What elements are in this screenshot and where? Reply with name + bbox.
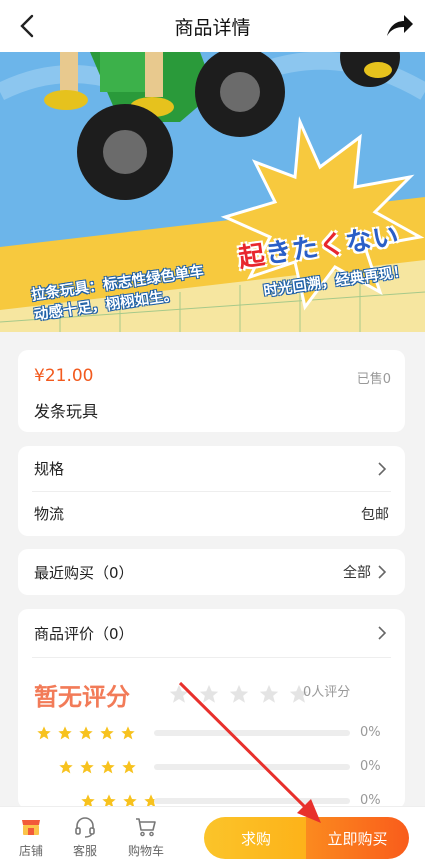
star-filled-icon <box>101 760 115 774</box>
jp-char: た <box>290 232 322 267</box>
rating-bar <box>154 798 350 804</box>
shipping-label: 物流 <box>34 505 65 523</box>
top-navbar: 商品详情 <box>0 0 425 52</box>
recent-purchases-label: 最近购买（0） <box>34 563 134 582</box>
star-empty-icon <box>259 684 279 703</box>
product-name: 发条玩具 <box>34 402 99 421</box>
view-all-link[interactable]: 全部 <box>343 562 371 582</box>
chevron-right-icon <box>378 565 387 579</box>
page-title: 商品详情 <box>174 16 251 39</box>
jp-char: 起 <box>236 240 268 274</box>
price-card: ¥21.00 已售0 发条玩具 <box>18 350 405 432</box>
chevron-right-icon <box>378 626 387 640</box>
reviews-card: 商品评价（0） 暂无评分 0人评分 0% 0% 0% <box>18 609 405 809</box>
spec-row[interactable]: 规格 <box>18 446 405 491</box>
share-arrow-icon[interactable] <box>385 12 415 40</box>
sold-count: 已售0 <box>356 372 391 387</box>
reviews-header-row[interactable]: 商品评价（0） <box>18 609 405 657</box>
chevron-left-icon[interactable] <box>14 12 42 40</box>
shopping-cart-icon <box>136 818 156 837</box>
shipping-row: 物流 包邮 <box>18 491 405 536</box>
star-filled-icon <box>100 726 114 740</box>
jp-char: く <box>317 228 349 263</box>
jp-char: い <box>370 221 402 255</box>
shop-label: 店铺 <box>18 844 43 858</box>
shipping-value: 包邮 <box>361 506 389 523</box>
reviews-title: 商品评价（0） <box>34 624 134 643</box>
service-label: 客服 <box>72 844 97 858</box>
jp-char: き <box>263 236 295 270</box>
rating-bar <box>154 764 350 770</box>
headset-icon <box>75 817 95 838</box>
rating-percent: 0% <box>360 725 381 740</box>
star-filled-icon <box>37 726 51 740</box>
product-image-carousel[interactable]: 起きたくない 拉条玩具：标志性绿色单车 动感十足，栩栩如生。 时光回溯，经典再现… <box>0 52 425 332</box>
star-filled-icon <box>58 726 72 740</box>
star-filled-icon <box>59 760 73 774</box>
rating-bar <box>154 730 350 736</box>
service-tab[interactable]: 客服 <box>60 815 110 859</box>
spec-card: 规格 物流 包邮 <box>18 446 405 536</box>
jp-char: な <box>343 225 375 259</box>
star-filled-icon <box>79 726 93 740</box>
star-filled-icon <box>80 760 94 774</box>
spec-label: 规格 <box>34 460 65 478</box>
recent-purchases-row[interactable]: 最近购买（0） 全部 <box>18 549 405 595</box>
shop-icon <box>22 820 40 835</box>
bottom-action-bar: 店铺 客服 购物车 求购 立即购买 <box>0 806 425 866</box>
star-empty-icon <box>199 684 219 703</box>
recent-purchases-card[interactable]: 最近购买（0） 全部 <box>18 549 405 595</box>
star-empty-icon <box>169 684 189 703</box>
divider <box>32 657 391 658</box>
star-empty-icon <box>229 684 249 703</box>
request-purchase-button[interactable]: 求购 <box>204 817 308 859</box>
four-star-row <box>58 759 137 775</box>
cart-tab[interactable]: 购物车 <box>119 815 173 859</box>
buy-now-button[interactable]: 立即购买 <box>306 817 409 859</box>
rating-percent: 0% <box>360 759 381 774</box>
shop-tab[interactable]: 店铺 <box>6 815 56 859</box>
cart-label: 购物车 <box>127 844 164 858</box>
rating-count: 0人评分 <box>303 685 351 700</box>
no-score-text: 暂无评分 <box>34 683 130 711</box>
star-filled-icon <box>122 760 136 774</box>
five-star-row <box>36 725 136 741</box>
overall-star-rating <box>168 683 310 705</box>
star-filled-icon <box>121 726 135 740</box>
product-price: ¥21.00 <box>34 366 94 386</box>
chevron-right-icon <box>378 461 387 476</box>
